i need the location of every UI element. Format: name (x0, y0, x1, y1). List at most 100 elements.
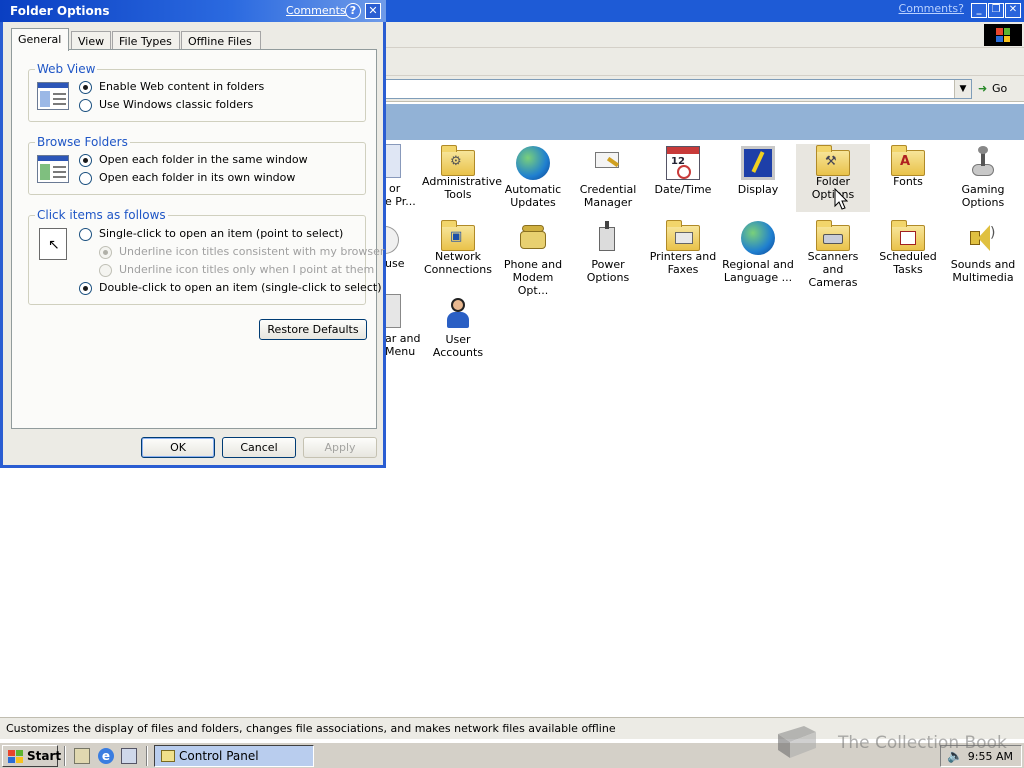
fonts-icon: A (891, 145, 925, 176)
control-panel-icon (161, 750, 175, 762)
user-accounts-icon (441, 296, 475, 330)
web-view-title: Web View (35, 62, 98, 76)
cp-item-scheduled-tasks[interactable]: Scheduled Tasks (871, 219, 945, 287)
ok-button[interactable]: OK (141, 437, 215, 458)
folder-options-icon: ⚒ (816, 145, 850, 176)
taskbar-control-panel[interactable]: Control Panel (154, 745, 314, 767)
web-view-icon (37, 82, 69, 110)
cp-item-regional-language[interactable]: Regional and Language ... (721, 219, 795, 287)
general-tab-page: Web View Enable Web content in folders U… (11, 49, 384, 429)
radio-classic-folders[interactable]: Use Windows classic folders (79, 97, 253, 113)
network-connections-icon: ▣ (441, 220, 475, 251)
partial-label: ar and (385, 332, 421, 345)
click-items-title: Click items as follows (35, 208, 168, 222)
address-dropdown-icon[interactable]: ▼ (954, 80, 971, 98)
start-label: Start (27, 749, 62, 763)
date-time-icon: 12 (666, 146, 700, 180)
radio-button[interactable] (79, 172, 92, 185)
radio-own-window[interactable]: Open each folder in its own window (79, 170, 295, 186)
cp-item-display[interactable]: Display (721, 144, 795, 212)
cp-item-fonts[interactable]: A Fonts (871, 144, 945, 212)
dialog-close-icon[interactable]: ✕ (365, 3, 381, 19)
mouse-icon (385, 226, 399, 254)
quicklaunch-separator (64, 746, 66, 766)
folder-options-dialog: Folder Options Comments? ? ✕ General Vie… (0, 0, 386, 468)
automatic-updates-icon (516, 146, 550, 180)
tab-general[interactable]: General (11, 28, 69, 51)
sounds-multimedia-icon: ) (966, 221, 1000, 255)
outlook-express-icon[interactable] (121, 748, 137, 764)
radio-double-click[interactable]: Double-click to open an item (single-cli… (79, 280, 381, 296)
dialog-titlebar[interactable]: Folder Options Comments? ? ✕ (0, 0, 386, 22)
help-icon[interactable]: ? (345, 3, 361, 19)
cancel-button[interactable]: Cancel (222, 437, 296, 458)
power-options-icon (591, 221, 625, 255)
browse-folders-title: Browse Folders (35, 135, 130, 149)
partial-icon (385, 144, 401, 178)
minimize-icon[interactable]: _ (971, 3, 987, 18)
cp-item-phone-modem[interactable]: Phone and Modem Opt... (496, 219, 570, 297)
partial-label: Menu (385, 345, 416, 358)
tab-view[interactable]: View (71, 31, 111, 50)
cp-item-folder-options[interactable]: ⚒ Folder Options (796, 144, 870, 212)
radio-single-click[interactable]: Single-click to open an item (point to s… (79, 226, 343, 242)
click-items-group: Click items as follows ↖ Single-click to… (28, 208, 384, 305)
radio-enable-web-content[interactable]: Enable Web content in folders (79, 79, 264, 95)
cp-item-administrative-tools[interactable]: ⚙ Administrative Tools (421, 144, 502, 212)
display-icon (741, 146, 775, 180)
radio-button[interactable] (79, 228, 92, 241)
book-logo-icon (778, 726, 816, 758)
address-input[interactable]: ▼ (384, 79, 972, 99)
radio-button[interactable] (79, 154, 92, 167)
restore-defaults-button[interactable]: Restore Defaults (259, 319, 367, 340)
printers-faxes-icon (666, 220, 700, 251)
pointer-click-icon: ↖ (39, 228, 67, 260)
radio-button[interactable] (79, 99, 92, 112)
cp-item-user-accounts[interactable]: User Accounts (421, 294, 495, 362)
radio-same-window[interactable]: Open each folder in the same window (79, 152, 308, 168)
partial-label: or (389, 182, 401, 195)
tab-file-types[interactable]: File Types (112, 31, 180, 50)
restore-icon[interactable]: ❐ (988, 3, 1004, 18)
partial-icon (385, 294, 401, 328)
web-view-group: Web View Enable Web content in folders U… (28, 62, 366, 122)
phone-modem-icon (516, 221, 550, 255)
tab-offline-files[interactable]: Offline Files (181, 31, 261, 50)
cp-item-power-options[interactable]: Power Options (571, 219, 645, 287)
cp-item-scanners-cameras[interactable]: Scanners and Cameras (796, 219, 870, 289)
go-label: Go (992, 82, 1008, 95)
browse-folders-group: Browse Folders Open each folder in the s… (28, 135, 366, 195)
cp-item-sounds-multimedia[interactable]: ) Sounds and Multimedia (946, 219, 1020, 287)
apply-button[interactable]: Apply (303, 437, 377, 458)
radio-button[interactable] (79, 81, 92, 94)
show-desktop-icon[interactable] (74, 748, 90, 764)
gaming-options-icon (966, 146, 1000, 180)
cp-item-printers-faxes[interactable]: Printers and Faxes (646, 219, 720, 287)
main-comments-link[interactable]: Comments? (899, 2, 964, 15)
partial-label: e Pr... (385, 195, 416, 208)
administrative-tools-icon: ⚙ (441, 145, 475, 176)
scanners-cameras-icon (816, 220, 850, 251)
regional-language-icon (741, 221, 775, 255)
radio-button (99, 264, 112, 277)
cp-item-gaming-options[interactable]: Gaming Options (946, 144, 1020, 212)
partial-label: use (385, 257, 405, 270)
go-button[interactable]: ➜ Go (978, 80, 1022, 98)
start-button[interactable]: Start (2, 745, 62, 767)
watermark: The Collection Book (772, 720, 1012, 768)
radio-underline-browser: Underline icon titles consistent with my… (99, 244, 384, 260)
browse-folders-icon (37, 155, 69, 183)
scheduled-tasks-icon (891, 220, 925, 251)
cp-item-network-connections[interactable]: ▣ Network Connections (421, 219, 495, 287)
cp-item-automatic-updates[interactable]: Automatic Updates (496, 144, 570, 212)
radio-button (99, 246, 112, 259)
dialog-title: Folder Options (10, 4, 110, 18)
dialog-comments-link[interactable]: Comments? (286, 4, 351, 17)
cp-item-credential-manager[interactable]: Credential Manager (571, 144, 645, 212)
radio-button[interactable] (79, 282, 92, 295)
close-icon[interactable]: ✕ (1005, 3, 1021, 18)
cp-item-date-time[interactable]: 12 Date/Time (646, 144, 720, 212)
radio-underline-point: Underline icon titles only when I point … (99, 262, 374, 278)
internet-explorer-icon[interactable]: e (98, 748, 114, 764)
control-panel-items: or e Pr... use ar and Menu ⚙ Administrat… (385, 142, 1024, 712)
